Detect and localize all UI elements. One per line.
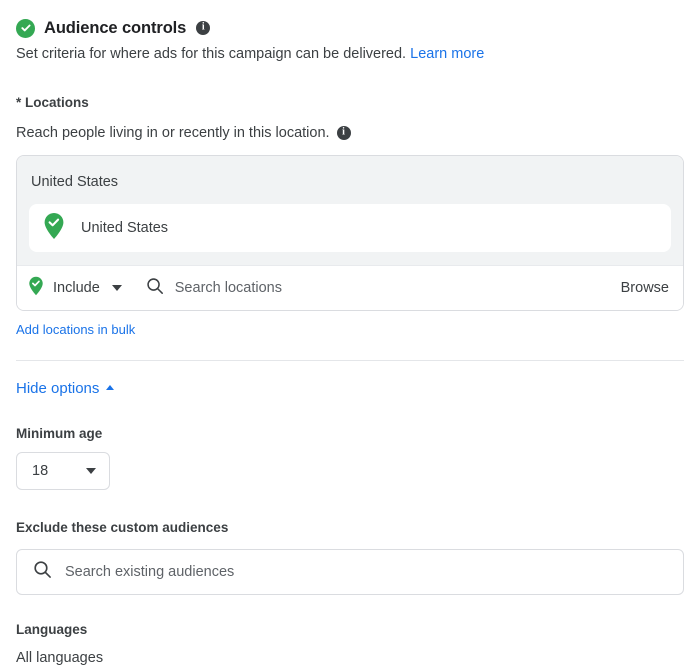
info-icon[interactable]: i — [196, 21, 211, 35]
info-icon[interactable]: i — [336, 126, 351, 140]
locations-reach-text: Reach people living in or recently in th… — [16, 125, 330, 141]
locations-actions-row: Include Search locations Browse — [17, 265, 683, 310]
chevron-up-icon — [106, 385, 115, 390]
include-mode-dropdown[interactable]: Include — [28, 276, 122, 301]
languages-value: All languages — [16, 650, 104, 666]
selected-locations-panel: United States United States — [17, 156, 683, 265]
selected-location-name: United States — [81, 220, 169, 236]
locations-card: United States United States Include Sear… — [16, 155, 684, 311]
section-divider — [16, 360, 684, 361]
minimum-age-label: Minimum age — [16, 426, 103, 441]
languages-label: Languages — [16, 622, 88, 637]
minimum-age-value: 18 — [32, 463, 49, 479]
hide-options-toggle[interactable]: Hide options — [16, 380, 115, 397]
chevron-down-icon — [86, 468, 96, 474]
include-mode-label: Include — [53, 280, 100, 296]
selected-locations-title: United States — [31, 174, 119, 190]
minimum-age-select[interactable]: 18 — [16, 452, 110, 490]
location-search-field[interactable]: Search locations — [146, 277, 621, 300]
locations-label: * Locations — [16, 95, 89, 110]
exclude-audiences-search-input[interactable]: Search existing audiences — [16, 549, 684, 595]
location-pin-check-icon — [43, 212, 65, 245]
section-description-text: Set criteria for where ads for this camp… — [16, 46, 407, 62]
hide-options-label: Hide options — [16, 380, 100, 397]
add-locations-in-bulk-link[interactable]: Add locations in bulk — [16, 322, 135, 337]
page-title: Audience controls — [44, 19, 187, 37]
section-header: Audience controls i — [16, 0, 684, 38]
chevron-down-icon — [111, 285, 122, 291]
search-icon — [146, 277, 164, 300]
exclude-audiences-placeholder: Search existing audiences — [65, 564, 235, 580]
browse-button[interactable]: Browse — [621, 280, 669, 296]
exclude-audiences-label: Exclude these custom audiences — [16, 520, 229, 535]
section-description: Set criteria for where ads for this camp… — [16, 45, 684, 64]
locations-reach-description: Reach people living in or recently in th… — [16, 125, 684, 141]
location-search-placeholder: Search locations — [174, 280, 282, 296]
audience-controls-page: Audience controls i Set criteria for whe… — [0, 0, 700, 666]
learn-more-link[interactable]: Learn more — [410, 46, 484, 62]
check-circle-icon — [16, 18, 35, 38]
search-icon — [33, 560, 52, 584]
selected-location-item[interactable]: United States — [29, 204, 671, 252]
location-pin-check-icon — [28, 276, 44, 301]
